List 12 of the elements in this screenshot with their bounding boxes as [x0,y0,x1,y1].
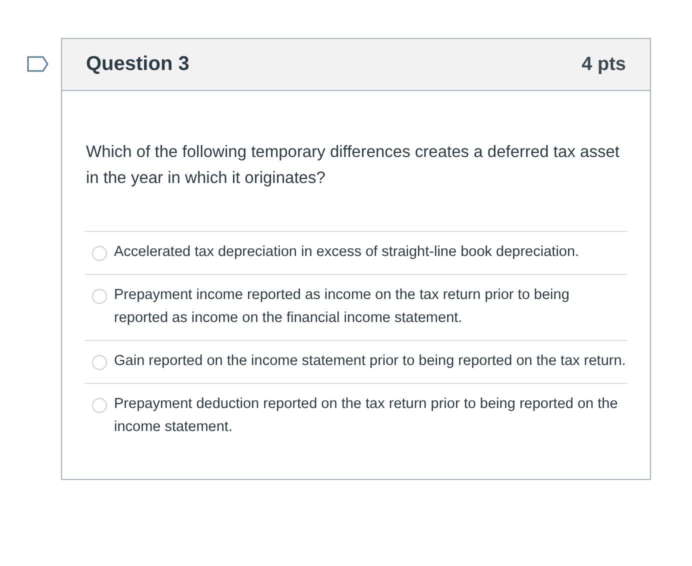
answer-label[interactable]: Prepayment deduction reported on the tax return prior to being reported on the income statement. [114,393,627,439]
answer-label[interactable]: Accelerated tax depreciation in excess of straight-line book depreciation. [114,241,580,264]
radio-button[interactable] [92,289,107,304]
flag-icon[interactable] [27,56,49,72]
radio-button[interactable] [92,246,107,261]
question-text: Which of the following temporary differences creates a deferred tax asset in the year in which it originates? [86,142,620,189]
question-points: 4 pts [582,54,626,76]
radio-button[interactable] [92,355,107,370]
radio-button[interactable] [92,398,107,413]
answer-label[interactable]: Prepayment income reported as income on the tax return prior to being reported as income on the financial income statement. [114,284,627,330]
question-title: Question 3 [86,53,190,76]
answer-label[interactable]: Gain reported on the income statement prior to being reported on the tax return. [114,350,626,373]
